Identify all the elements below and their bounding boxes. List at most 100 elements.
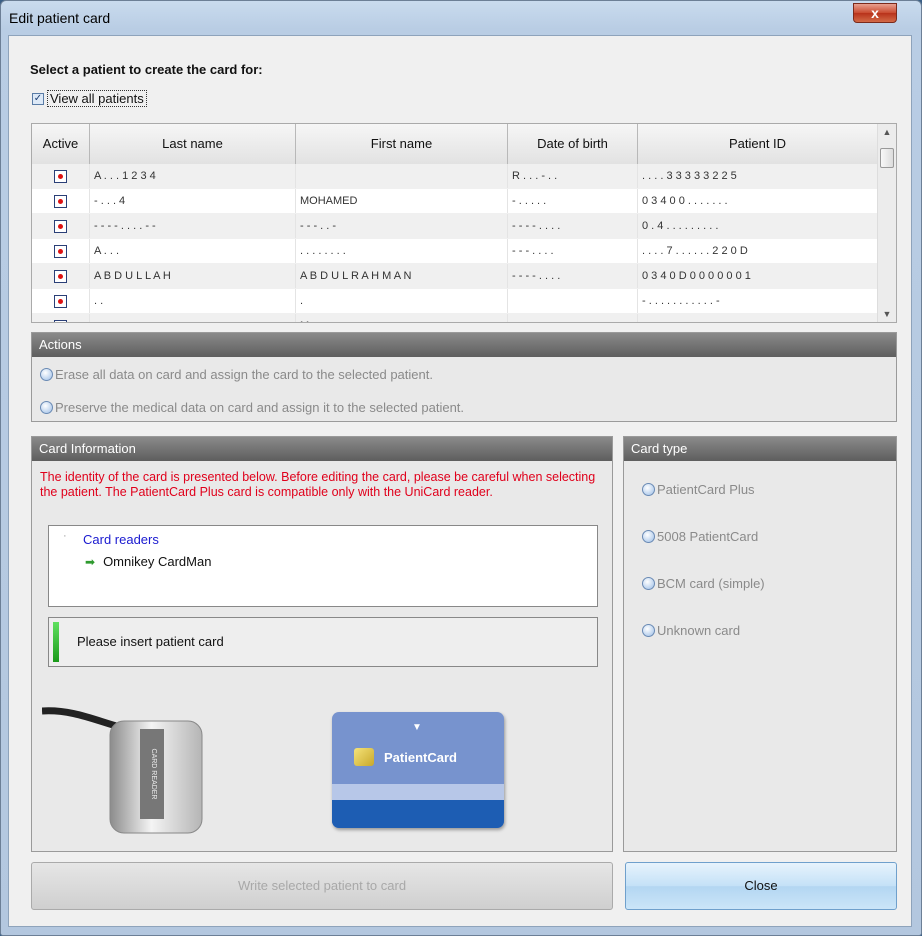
table-cell-pid[interactable]: 0 3 4 0 0 . . . . . . . (638, 189, 878, 213)
card-type-option-5008-patientcard[interactable]: 5008 PatientCard (642, 529, 758, 544)
table-cell-first[interactable]: M . . . . . . (296, 314, 508, 322)
table-cell-last[interactable]: A . . . 1 2 3 4 (90, 164, 296, 188)
active-record-icon[interactable] (54, 269, 67, 283)
card-status-text: Please insert patient card (77, 634, 224, 649)
column-header-last-name[interactable]: Last name (90, 124, 296, 164)
table-cell-last[interactable]: - . . . 4 (90, 189, 296, 213)
card-type-option-bcm-card[interactable]: BCM card (simple) (642, 576, 765, 591)
card-brand-name: PatientCard (384, 750, 457, 765)
table-cell-last[interactable] (90, 314, 296, 322)
active-cell[interactable] (32, 239, 90, 263)
title-bar: Edit patient card x (1, 1, 921, 35)
reader-name[interactable]: Omnikey CardMan (103, 554, 211, 569)
active-cell[interactable] (32, 214, 90, 238)
table-cell-last[interactable]: A B D U L L A H (90, 264, 296, 288)
table-row[interactable]: A B D U L L A HA B D U L R A H M A N- - … (32, 264, 878, 289)
table-row[interactable]: M . . . . . . (32, 314, 878, 322)
actions-header: Actions (32, 333, 896, 357)
radio-icon[interactable] (40, 401, 53, 414)
active-cell[interactable] (32, 264, 90, 288)
patients-grid[interactable]: Active Last name First name Date of birt… (31, 123, 897, 323)
close-button[interactable]: Close (625, 862, 897, 910)
active-cell[interactable] (32, 164, 90, 188)
erase-data-label[interactable]: Erase all data on card and assign the ca… (55, 367, 433, 382)
card-type-panel: Card type PatientCard Plus 5008 PatientC… (623, 436, 897, 852)
active-record-icon[interactable] (54, 194, 67, 208)
table-cell-first[interactable] (296, 164, 508, 188)
column-header-date-of-birth[interactable]: Date of birth (508, 124, 638, 164)
radio-icon[interactable] (642, 624, 655, 637)
card-information-header: Card Information (32, 437, 612, 461)
table-cell-dob[interactable]: - - - - . . . . (508, 264, 638, 288)
checkbox-checked-icon[interactable]: ✓ (32, 92, 44, 105)
table-cell-last[interactable]: . . (90, 289, 296, 313)
reader-node[interactable]: ➡ Omnikey CardMan (85, 554, 211, 569)
scroll-thumb[interactable] (880, 148, 894, 168)
table-cell-pid[interactable]: 0 . 4 . . . . . . . . . (638, 214, 878, 238)
radio-icon[interactable] (642, 530, 655, 543)
card-type-label[interactable]: 5008 PatientCard (657, 529, 758, 544)
table-row[interactable]: - . . . 4 MOHAMED - . . . . .0 3 4 0 0 . .… (32, 189, 878, 214)
column-header-active[interactable]: Active (32, 124, 90, 164)
grid-header: Active Last name First name Date of birt… (32, 124, 878, 165)
table-cell-first[interactable]: MOHAMED (296, 189, 508, 213)
table-cell-pid[interactable]: - . . . . . . . . . . . - (638, 289, 878, 313)
table-cell-dob[interactable]: - - - - . . . . (508, 214, 638, 238)
scroll-down-arrow-icon[interactable]: ▼ (878, 306, 896, 322)
table-cell-pid[interactable]: 0 3 4 0 D 0 0 0 0 0 0 1 (638, 264, 878, 288)
write-patient-to-card-button[interactable]: Write selected patient to card (31, 862, 613, 910)
grid-vertical-scrollbar[interactable]: ▲ ▼ (877, 124, 896, 322)
active-record-icon[interactable] (54, 319, 67, 322)
table-cell-first[interactable]: . (296, 289, 508, 313)
active-cell[interactable] (32, 289, 90, 313)
active-cell[interactable] (32, 314, 90, 322)
active-record-icon[interactable] (54, 294, 67, 308)
table-cell-pid[interactable] (638, 314, 878, 322)
table-cell-first[interactable]: A B D U L R A H M A N (296, 264, 508, 288)
table-cell-first[interactable]: . . . . . . . . (296, 239, 508, 263)
table-cell-dob[interactable] (508, 314, 638, 322)
table-cell-dob[interactable]: R . . . - . . (508, 164, 638, 188)
active-cell[interactable] (32, 189, 90, 213)
table-cell-pid[interactable]: . . . . 3 3 3 3 3 2 2 5 (638, 164, 878, 188)
radio-icon[interactable] (40, 368, 53, 381)
window-close-button[interactable]: x (853, 3, 897, 23)
preserve-data-label[interactable]: Preserve the medical data on card and as… (55, 400, 464, 415)
active-record-icon[interactable] (54, 244, 67, 258)
table-row[interactable]: - - - - . . . . - -- - - . . -- - - - . … (32, 214, 878, 239)
view-all-patients-checkbox[interactable]: ✓ View all patients (32, 90, 147, 107)
table-cell-dob[interactable]: - . . . . . (508, 189, 638, 213)
preserve-data-radio[interactable]: Preserve the medical data on card and as… (40, 400, 464, 415)
table-cell-dob[interactable] (508, 289, 638, 313)
scroll-up-arrow-icon[interactable]: ▲ (878, 124, 896, 140)
radio-icon[interactable] (642, 483, 655, 496)
table-cell-last[interactable]: A . . . (90, 239, 296, 263)
table-row[interactable]: A . . .. . . . . . . .- - - . . . .. . .… (32, 239, 878, 264)
card-reader-image: CARD READER (42, 707, 203, 834)
card-type-label[interactable]: BCM card (simple) (657, 576, 765, 591)
column-header-first-name[interactable]: First name (296, 124, 508, 164)
card-type-option-unknown-card[interactable]: Unknown card (642, 623, 740, 638)
card-readers-tree[interactable]: · Card readers ➡ Omnikey CardMan (48, 525, 598, 607)
table-row[interactable]: A . . . 1 2 3 4 R . . . - . .. . . . 3 3 … (32, 164, 878, 189)
card-type-option-patientcard-plus[interactable]: PatientCard Plus (642, 482, 755, 497)
table-cell-dob[interactable]: - - - . . . . (508, 239, 638, 263)
active-record-icon[interactable] (54, 219, 67, 233)
card-readers-node[interactable]: Card readers (83, 532, 159, 547)
view-all-patients-label[interactable]: View all patients (47, 90, 147, 107)
radio-icon[interactable] (642, 577, 655, 590)
card-type-label[interactable]: Unknown card (657, 623, 740, 638)
table-cell-last[interactable]: - - - - . . . . - - (90, 214, 296, 238)
card-type-header: Card type (624, 437, 896, 461)
active-record-icon[interactable] (54, 169, 67, 183)
card-type-label[interactable]: PatientCard Plus (657, 482, 755, 497)
table-cell-pid[interactable]: . . . . 7 . . . . . . 2 2 0 D (638, 239, 878, 263)
green-arrow-icon: ➡ (85, 554, 96, 569)
card-information-panel: Card Information The identity of the car… (31, 436, 613, 852)
column-header-patient-id[interactable]: Patient ID (638, 124, 878, 164)
card-logo-icon: ▼ (412, 722, 422, 733)
table-row[interactable]: . .. - . . . . . . . . . . . - (32, 289, 878, 314)
erase-data-radio[interactable]: Erase all data on card and assign the ca… (40, 367, 433, 382)
select-patient-heading: Select a patient to create the card for: (30, 62, 263, 77)
table-cell-first[interactable]: - - - . . - (296, 214, 508, 238)
